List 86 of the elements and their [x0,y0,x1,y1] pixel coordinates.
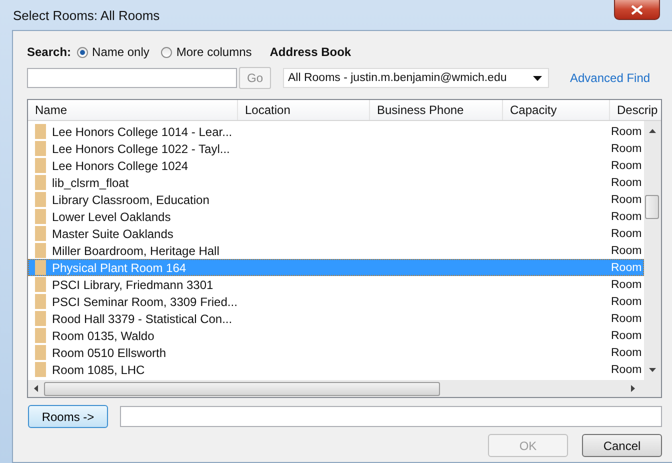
radio-option[interactable]: Name only [77,45,150,59]
contact-icon [35,345,46,360]
room-description: Room [611,126,642,138]
room-row[interactable]: Library Classroom, Education Room [28,191,644,208]
room-row[interactable]: Miller Boardroom, Heritage Hall Room [28,242,644,259]
room-row[interactable]: Room 0510 Ellsworth Room [28,344,644,361]
contact-icon [35,158,46,173]
column-header[interactable]: Descrip [610,100,661,120]
room-description: Room [611,296,642,308]
room-name: Master Suite Oaklands [52,226,174,240]
room-row[interactable]: lib_clsrm_float Room [28,174,644,191]
advanced-find-link[interactable]: Advanced Find [570,71,650,85]
radio-option[interactable]: More columns [161,45,252,59]
room-row[interactable]: PSCI Seminar Room, 3309 Fried... Room [28,293,644,310]
column-header[interactable]: Name [28,100,238,120]
contact-icon [35,328,46,343]
contact-icon [35,175,46,190]
contact-icon [35,277,46,292]
room-description: Room [611,278,642,290]
contact-icon [35,141,46,156]
room-row[interactable]: Lee Honors College 1014 - Lear... Room [28,123,644,140]
room-description: Room [611,312,642,324]
scroll-thumb[interactable] [44,382,440,396]
column-header[interactable]: Business Phone [370,100,503,120]
room-description: Room [611,194,642,206]
room-name: Miller Boardroom, Heritage Hall [52,244,220,258]
column-header[interactable]: Capacity [503,100,610,120]
room-name: Lee Honors College 1024 [52,158,188,172]
room-description: Room [611,262,642,274]
room-name: lib_clsrm_float [52,176,129,190]
vertical-scrollbar[interactable] [644,121,661,380]
contact-icon [35,294,46,309]
contact-icon [35,209,46,224]
room-row[interactable]: Master Suite Oaklands Room [28,225,644,242]
room-row[interactable]: Room 1085, LHC Room [28,361,644,378]
room-name: Library Classroom, Education [52,192,210,206]
contact-icon [35,311,46,326]
room-name: PSCI Library, Friedmann 3301 [52,278,214,292]
room-name: Room 0135, Waldo [52,328,154,342]
room-description: Room [611,228,642,240]
horizontal-scrollbar[interactable] [28,380,661,397]
close-icon [631,4,643,14]
search-field[interactable] [27,68,237,88]
room-description: Room [611,176,642,188]
cancel-button[interactable]: Cancel [582,434,662,457]
contact-icon [35,192,46,207]
room-name: Lee Honors College 1022 - Tayl... [52,142,230,156]
rooms-field[interactable] [120,406,662,427]
room-description: Room [611,244,642,256]
room-description: Room [611,364,642,376]
room-name: Lee Honors College 1014 - Lear... [52,124,232,138]
room-description: Room [611,330,642,342]
scroll-down-icon [649,368,656,372]
room-row[interactable]: Room 0135, Waldo Room [28,327,644,344]
contact-icon [35,124,46,139]
room-name: Room 0510 Ellsworth [52,346,166,360]
column-header[interactable]: Location [238,100,370,120]
room-description: Room [611,160,642,172]
dropdown-arrow-icon [533,76,542,80]
scroll-thumb[interactable] [645,195,659,219]
contact-icon [35,362,46,377]
room-row[interactable]: Lower Level Oaklands Room [28,208,644,225]
scroll-up-icon [649,129,656,133]
room-description: Room [611,210,642,222]
room-name: Room 1085, LHC [52,362,145,376]
room-description: Room [611,142,642,154]
search-label: Search: [27,45,72,59]
contact-icon [35,243,46,258]
contact-icon [35,226,46,241]
close-button[interactable] [614,0,660,20]
scroll-left-icon [34,385,38,392]
address-book-label: Address Book [270,45,352,59]
address-book-dropdown[interactable]: All Rooms - justin.m.benjamin@wmich.edu [283,68,549,88]
room-name: Physical Plant Room 164 [52,260,186,274]
room-row[interactable]: Rood Hall 3379 - Statistical Con... Room [28,310,644,327]
room-description: Room [611,346,642,358]
rooms-button[interactable]: Rooms -> [28,405,108,428]
room-row[interactable]: PSCI Library, Friedmann 3301 Room [28,276,644,293]
contact-icon [35,260,46,275]
scroll-right-icon [631,385,635,392]
room-row[interactable]: Lee Honors College 1024 Room [28,157,644,174]
room-row[interactable]: Lee Honors College 1022 - Tayl... Room [28,140,644,157]
room-name: Rood Hall 3379 - Statistical Con... [52,312,232,326]
room-name: Lower Level Oaklands [52,210,171,224]
room-name: PSCI Seminar Room, 3309 Fried... [52,294,238,308]
window-title: Select Rooms: All Rooms [13,8,160,22]
